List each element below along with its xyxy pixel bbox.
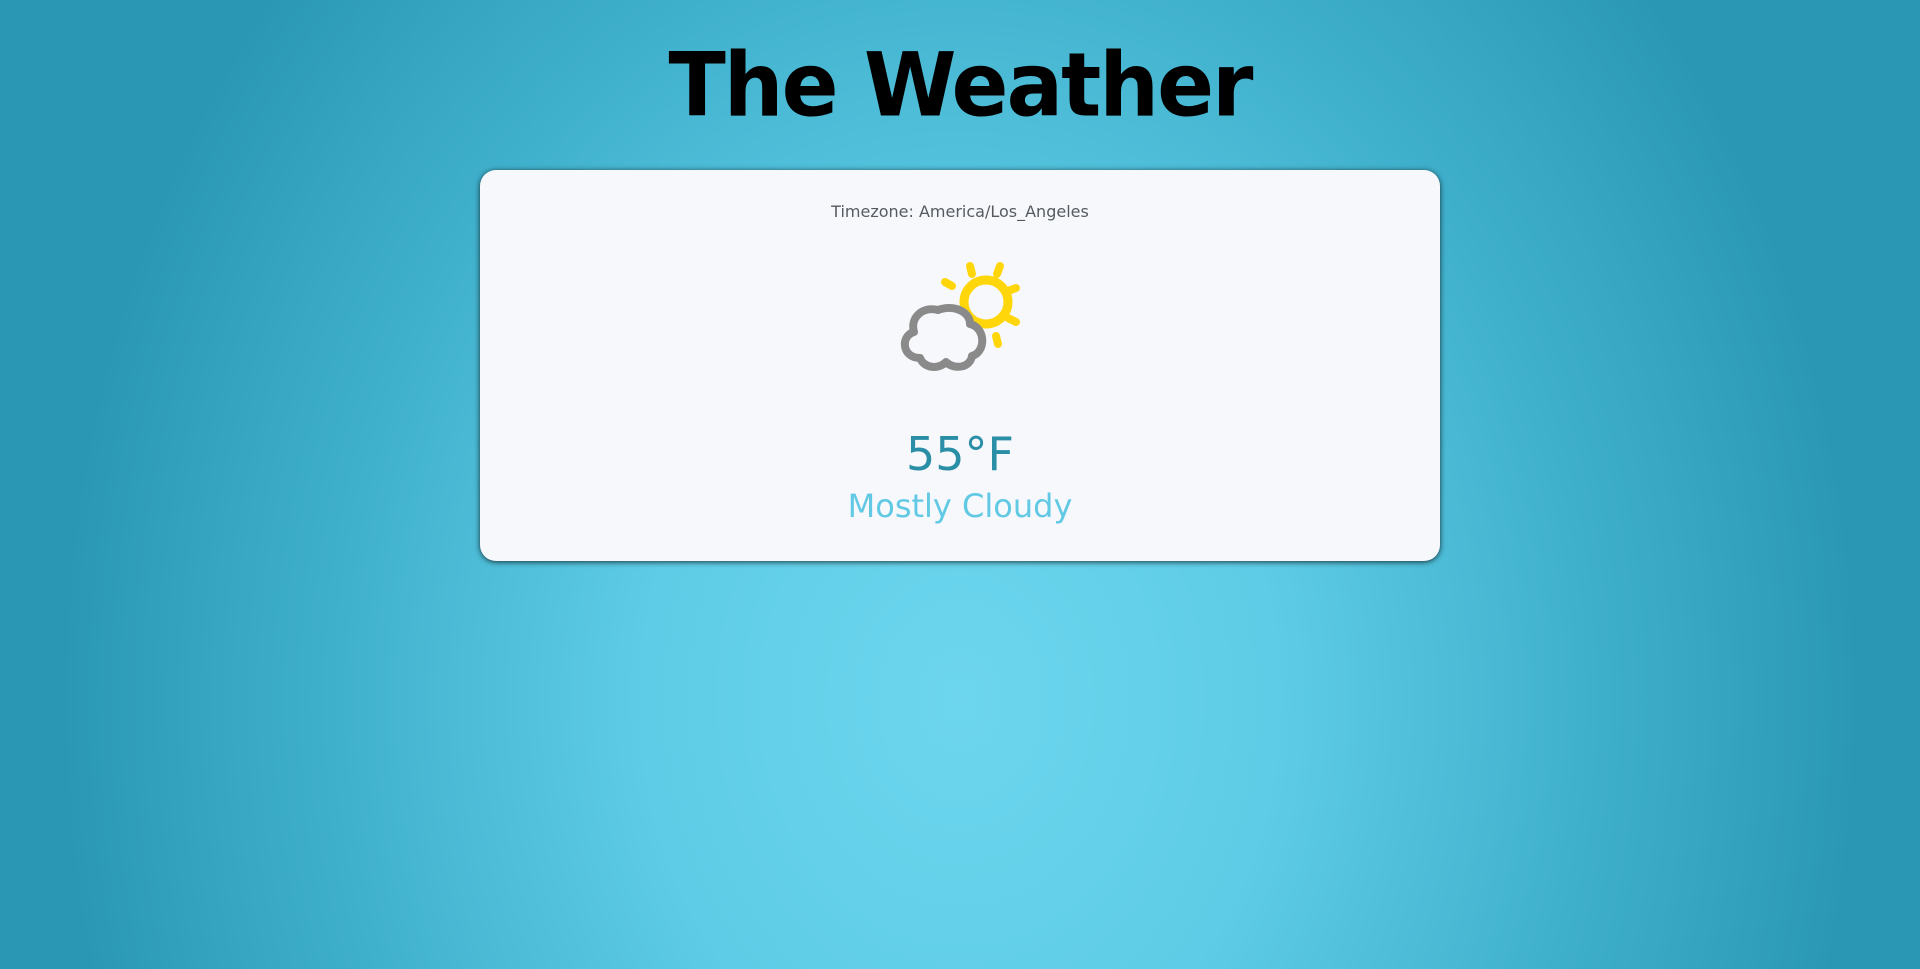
partly-cloudy-icon — [890, 256, 1030, 376]
weather-card: Timezone: America/Los_Angeles 55°F Mostl… — [480, 170, 1440, 561]
page-title: The Weather — [668, 33, 1254, 137]
condition-label: Mostly Cloudy — [847, 487, 1073, 525]
temperature-value: 55°F — [906, 427, 1014, 481]
timezone-label: Timezone: America/Los_Angeles — [831, 202, 1089, 221]
